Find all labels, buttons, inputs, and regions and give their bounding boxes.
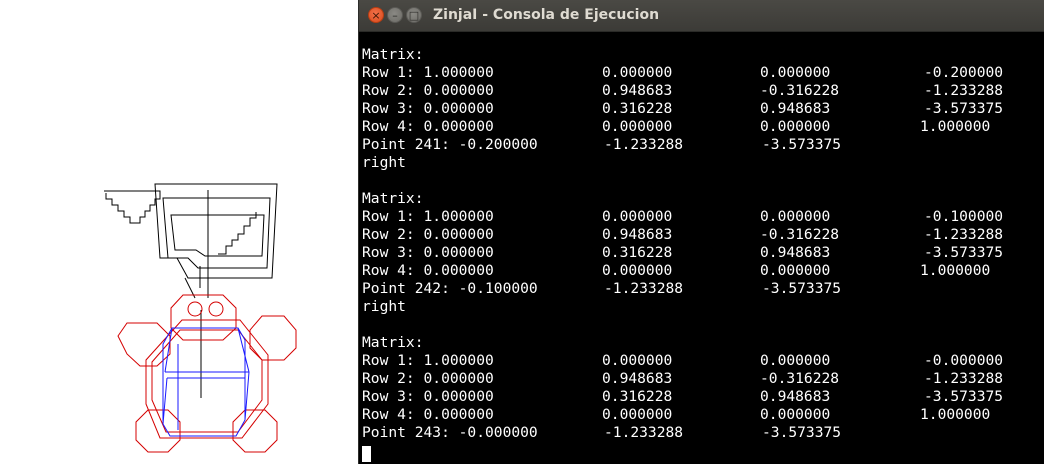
close-icon: × bbox=[371, 8, 381, 22]
matrix-row: Row 1: 1.000000 0.000000 0.000000 -0.200000 bbox=[362, 64, 1004, 81]
matrix-row: Row 3: 0.000000 0.316228 0.948683 -3.573375 bbox=[362, 100, 1004, 117]
blue-cube bbox=[162, 327, 250, 437]
matrix-row: Row 2: 0.000000 0.948683 -0.316228 -1.23328… bbox=[362, 370, 1004, 387]
point-line: Point 241: -0.200000 -1.233288 -3.573375 bbox=[362, 136, 842, 153]
red-wireframe bbox=[117, 294, 297, 453]
point-line: Point 242: -0.100000 -1.233288 -3.573375 bbox=[362, 280, 842, 297]
maximize-icon: □ bbox=[408, 8, 420, 22]
window-title: ZinjaI - Consola de Ejecucion bbox=[433, 7, 660, 23]
text-cursor bbox=[362, 446, 371, 462]
matrix-header: Matrix: bbox=[362, 190, 424, 207]
direction-line: right bbox=[362, 154, 406, 171]
matrix-header: Matrix: bbox=[362, 334, 424, 351]
matrix-row: Row 4: 0.000000 0.000000 0.000000 1.000000 bbox=[362, 118, 991, 135]
matrix-row: Row 1: 1.000000 0.000000 0.000000 -0.000000 bbox=[362, 352, 1004, 369]
minimize-icon: – bbox=[392, 8, 398, 22]
console-window[interactable]: × – □ ZinjaI - Consola de Ejecucion Matr… bbox=[358, 0, 1044, 464]
minimize-window-button[interactable]: – bbox=[387, 7, 403, 23]
matrix-row: Row 2: 0.000000 0.948683 -0.316228 -1.23328… bbox=[362, 226, 1004, 243]
matrix-row: Row 4: 0.000000 0.000000 0.000000 1.000000 bbox=[362, 406, 991, 423]
matrix-row: Row 2: 0.000000 0.948683 -0.316228 -1.23328… bbox=[362, 82, 1004, 99]
matrix-row: Row 1: 1.000000 0.000000 0.000000 -0.100000 bbox=[362, 208, 1004, 225]
point-line: Point 243: -0.000000 -1.233288 -3.573375 bbox=[362, 424, 842, 441]
window-titlebar[interactable]: × – □ ZinjaI - Consola de Ejecucion bbox=[359, 0, 1044, 32]
matrix-header: Matrix: bbox=[362, 46, 424, 63]
maximize-window-button[interactable]: □ bbox=[406, 7, 422, 23]
direction-line: right bbox=[362, 298, 406, 315]
matrix-row: Row 4: 0.000000 0.000000 0.000000 1.000000 bbox=[362, 262, 991, 279]
matrix-row: Row 3: 0.000000 0.316228 0.948683 -3.573375 bbox=[362, 388, 1004, 405]
console-output[interactable]: Matrix: Row 1: 1.000000 0.000000 0.000000-… bbox=[362, 46, 1042, 442]
black-wireframe bbox=[104, 183, 278, 398]
wireframe-model bbox=[104, 183, 297, 453]
close-window-button[interactable]: × bbox=[368, 7, 384, 23]
matrix-row: Row 3: 0.000000 0.316228 0.948683 -3.573375 bbox=[362, 244, 1004, 261]
render-canvas[interactable] bbox=[0, 0, 358, 464]
